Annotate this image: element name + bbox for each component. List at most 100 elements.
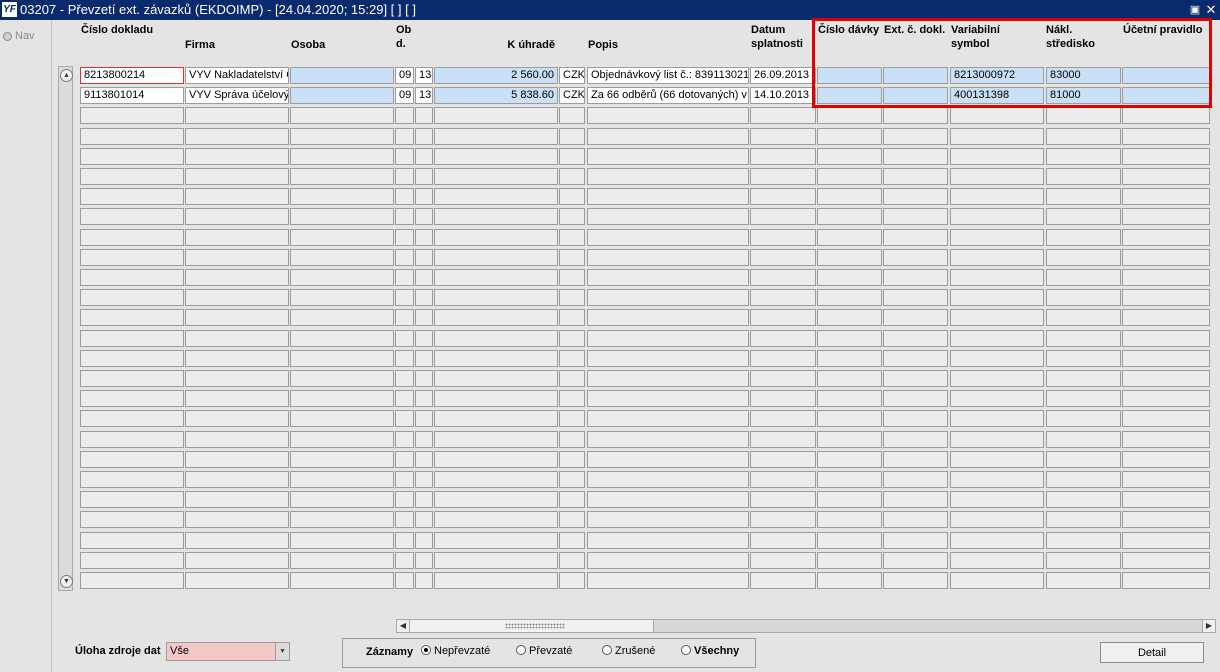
cell-ext-c-dokl[interactable] bbox=[883, 532, 948, 549]
cell-cislo-dokladu[interactable]: 9113801014 bbox=[80, 87, 184, 104]
cell-nakl-stredisko[interactable] bbox=[1046, 552, 1121, 569]
cell-datum-splatnosti[interactable] bbox=[750, 431, 816, 448]
cell-popis[interactable] bbox=[587, 269, 749, 286]
cell-ob2[interactable] bbox=[415, 431, 433, 448]
cell-ucetni-pravidlo[interactable] bbox=[1122, 148, 1210, 165]
cell-ob2[interactable] bbox=[415, 269, 433, 286]
cell-ext-c-dokl[interactable] bbox=[883, 249, 948, 266]
cell-firma[interactable] bbox=[185, 552, 289, 569]
cell-datum-splatnosti[interactable] bbox=[750, 390, 816, 407]
cell-mena[interactable] bbox=[559, 208, 585, 225]
cell-ob1[interactable]: 09 bbox=[395, 87, 414, 104]
cell-osoba[interactable] bbox=[290, 532, 394, 549]
cell-ucetni-pravidlo[interactable] bbox=[1122, 511, 1210, 528]
cell-ext-c-dokl[interactable] bbox=[883, 67, 948, 84]
cell-ext-c-dokl[interactable] bbox=[883, 107, 948, 124]
cell-cislo-davky[interactable] bbox=[817, 431, 882, 448]
cell-firma[interactable] bbox=[185, 249, 289, 266]
radio-zrusene[interactable]: Zrušené bbox=[602, 645, 655, 657]
cell-variabilni-symbol[interactable] bbox=[950, 249, 1044, 266]
cell-ucetni-pravidlo[interactable] bbox=[1122, 491, 1210, 508]
cell-datum-splatnosti[interactable] bbox=[750, 330, 816, 347]
cell-cislo-dokladu[interactable] bbox=[80, 390, 184, 407]
cell-datum-splatnosti[interactable] bbox=[750, 491, 816, 508]
cell-cislo-dokladu[interactable] bbox=[80, 511, 184, 528]
cell-ext-c-dokl[interactable] bbox=[883, 390, 948, 407]
cell-mena[interactable] bbox=[559, 572, 585, 589]
cell-variabilni-symbol[interactable] bbox=[950, 552, 1044, 569]
cell-cislo-davky[interactable] bbox=[817, 410, 882, 427]
cell-osoba[interactable] bbox=[290, 471, 394, 488]
cell-cislo-dokladu[interactable] bbox=[80, 572, 184, 589]
cell-popis[interactable] bbox=[587, 370, 749, 387]
cell-ucetni-pravidlo[interactable] bbox=[1122, 370, 1210, 387]
cell-nakl-stredisko[interactable] bbox=[1046, 511, 1121, 528]
cell-k-uhrade[interactable] bbox=[434, 370, 558, 387]
cell-k-uhrade[interactable] bbox=[434, 491, 558, 508]
cell-cislo-dokladu[interactable] bbox=[80, 309, 184, 326]
cell-datum-splatnosti[interactable] bbox=[750, 208, 816, 225]
cell-datum-splatnosti[interactable] bbox=[750, 451, 816, 468]
cell-datum-splatnosti[interactable] bbox=[750, 289, 816, 306]
cell-ucetni-pravidlo[interactable] bbox=[1122, 208, 1210, 225]
cell-ob1[interactable] bbox=[395, 107, 414, 124]
cell-popis[interactable] bbox=[587, 229, 749, 246]
cell-ob1[interactable] bbox=[395, 451, 414, 468]
cell-mena[interactable] bbox=[559, 491, 585, 508]
cell-variabilni-symbol[interactable] bbox=[950, 431, 1044, 448]
cell-cislo-davky[interactable] bbox=[817, 552, 882, 569]
cell-firma[interactable] bbox=[185, 370, 289, 387]
cell-ob1[interactable] bbox=[395, 532, 414, 549]
cell-firma[interactable] bbox=[185, 148, 289, 165]
cell-ext-c-dokl[interactable] bbox=[883, 552, 948, 569]
cell-cislo-dokladu[interactable] bbox=[80, 330, 184, 347]
cell-osoba[interactable] bbox=[290, 410, 394, 427]
cell-firma[interactable] bbox=[185, 269, 289, 286]
cell-datum-splatnosti[interactable] bbox=[750, 148, 816, 165]
cell-mena[interactable] bbox=[559, 552, 585, 569]
cell-firma[interactable] bbox=[185, 350, 289, 367]
cell-cislo-dokladu[interactable] bbox=[80, 289, 184, 306]
cell-k-uhrade[interactable] bbox=[434, 431, 558, 448]
cell-k-uhrade[interactable] bbox=[434, 511, 558, 528]
cell-firma[interactable] bbox=[185, 309, 289, 326]
cell-datum-splatnosti[interactable] bbox=[750, 552, 816, 569]
cell-popis[interactable] bbox=[587, 390, 749, 407]
cell-ucetni-pravidlo[interactable] bbox=[1122, 410, 1210, 427]
cell-ob1[interactable] bbox=[395, 350, 414, 367]
cell-ob1[interactable]: 09 bbox=[395, 67, 414, 84]
cell-osoba[interactable] bbox=[290, 249, 394, 266]
cell-ucetni-pravidlo[interactable] bbox=[1122, 87, 1210, 104]
cell-cislo-davky[interactable] bbox=[817, 269, 882, 286]
cell-datum-splatnosti[interactable] bbox=[750, 249, 816, 266]
cell-ob2[interactable] bbox=[415, 168, 433, 185]
cell-ucetni-pravidlo[interactable] bbox=[1122, 249, 1210, 266]
cell-nakl-stredisko[interactable] bbox=[1046, 451, 1121, 468]
cell-ob1[interactable] bbox=[395, 431, 414, 448]
cell-datum-splatnosti[interactable] bbox=[750, 471, 816, 488]
cell-cislo-dokladu[interactable] bbox=[80, 128, 184, 145]
cell-nakl-stredisko[interactable] bbox=[1046, 128, 1121, 145]
cell-datum-splatnosti[interactable] bbox=[750, 229, 816, 246]
cell-firma[interactable] bbox=[185, 128, 289, 145]
cell-ob2[interactable] bbox=[415, 188, 433, 205]
cell-mena[interactable] bbox=[559, 289, 585, 306]
cell-mena[interactable] bbox=[559, 431, 585, 448]
cell-nakl-stredisko[interactable] bbox=[1046, 390, 1121, 407]
cell-ob1[interactable] bbox=[395, 370, 414, 387]
cell-cislo-dokladu[interactable] bbox=[80, 148, 184, 165]
cell-popis[interactable] bbox=[587, 350, 749, 367]
horizontal-scroll-thumb[interactable] bbox=[410, 620, 654, 632]
cell-ucetni-pravidlo[interactable] bbox=[1122, 107, 1210, 124]
cell-nakl-stredisko[interactable] bbox=[1046, 168, 1121, 185]
cell-k-uhrade[interactable] bbox=[434, 148, 558, 165]
cell-popis[interactable] bbox=[587, 330, 749, 347]
cell-mena[interactable] bbox=[559, 390, 585, 407]
cell-firma[interactable] bbox=[185, 471, 289, 488]
cell-variabilni-symbol[interactable] bbox=[950, 128, 1044, 145]
radio-prevzate[interactable]: Převzaté bbox=[516, 645, 572, 657]
cell-cislo-dokladu[interactable] bbox=[80, 168, 184, 185]
cell-ob1[interactable] bbox=[395, 148, 414, 165]
cell-ob2[interactable] bbox=[415, 511, 433, 528]
cell-nakl-stredisko[interactable] bbox=[1046, 491, 1121, 508]
